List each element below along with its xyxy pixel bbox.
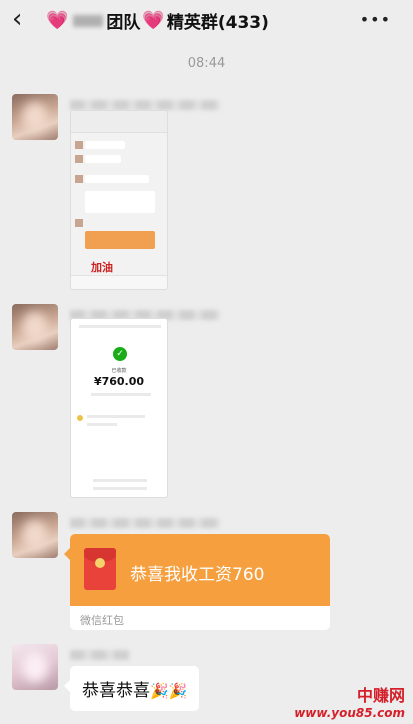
- receipt-line: [91, 393, 151, 396]
- receipt-amount: ¥760.00: [93, 375, 145, 388]
- red-envelope-icon: [84, 548, 116, 590]
- mini-message: [85, 141, 125, 149]
- mini-avatar: [75, 155, 83, 163]
- watermark-name: 中赚网: [356, 686, 405, 705]
- site-watermark: 中赚网 www.you85.com: [294, 682, 405, 720]
- payment-receipt-image[interactable]: ✓ 已收款 ¥760.00: [70, 318, 168, 498]
- mini-transfer-card: [85, 231, 155, 249]
- receipt-line: [93, 487, 147, 490]
- screenshot-topbar: [71, 111, 167, 133]
- receipt-statusbar: [79, 325, 161, 328]
- title-main: 精英群(433): [166, 13, 269, 33]
- mini-avatar: [75, 175, 83, 183]
- title-suffix: 团队: [106, 13, 141, 33]
- chevron-left-icon[interactable]: ‹: [12, 6, 22, 32]
- avatar[interactable]: [12, 644, 58, 690]
- red-packet-footer: 微信红包: [80, 614, 124, 627]
- mini-message: [85, 155, 121, 163]
- receipt-status: 已收款: [111, 368, 127, 374]
- sender-nickname-blurred: [70, 100, 220, 110]
- watermark-url: www.you85.com: [294, 706, 405, 720]
- mini-red-text: 加油: [91, 261, 113, 274]
- chat-title: 💗 团队 💗 精英群(433): [44, 8, 269, 33]
- message-text: 恭喜恭喜: [82, 681, 150, 701]
- red-packet-card[interactable]: 恭喜我收工资760 微信红包: [70, 534, 330, 630]
- red-packet-body: 恭喜我收工资760: [70, 534, 330, 606]
- red-packet-message: 恭喜我收工资760: [130, 565, 265, 585]
- sender-nickname-blurred: [70, 650, 130, 660]
- avatar[interactable]: [12, 512, 58, 558]
- receipt-line: [87, 415, 145, 418]
- mini-avatar: [75, 219, 83, 227]
- mini-input-bar: [71, 275, 167, 289]
- avatar[interactable]: [12, 94, 58, 140]
- coin-icon: [77, 415, 83, 421]
- receipt-line: [87, 423, 117, 426]
- avatar[interactable]: [12, 304, 58, 350]
- more-dots-icon[interactable]: •••: [360, 10, 391, 29]
- mini-message: [85, 175, 149, 183]
- text-message-bubble[interactable]: 恭喜恭喜🎉🎉: [70, 666, 200, 711]
- heart-icon: 💗: [46, 10, 69, 31]
- blurred-title-text: [73, 14, 104, 27]
- chat-screenshot-image[interactable]: 加油: [70, 110, 168, 290]
- timestamp: 08:44: [187, 56, 226, 71]
- check-icon: ✓: [113, 347, 127, 361]
- mini-avatar: [75, 141, 83, 149]
- party-popper-icon: 🎉🎉: [150, 682, 188, 700]
- heart-icon: 💗: [142, 10, 165, 31]
- receipt-line: [93, 479, 147, 482]
- mini-message: [85, 191, 155, 213]
- chat-header: ‹ 💗 团队 💗 精英群(433) •••: [0, 0, 413, 40]
- sender-nickname-blurred: [70, 518, 220, 528]
